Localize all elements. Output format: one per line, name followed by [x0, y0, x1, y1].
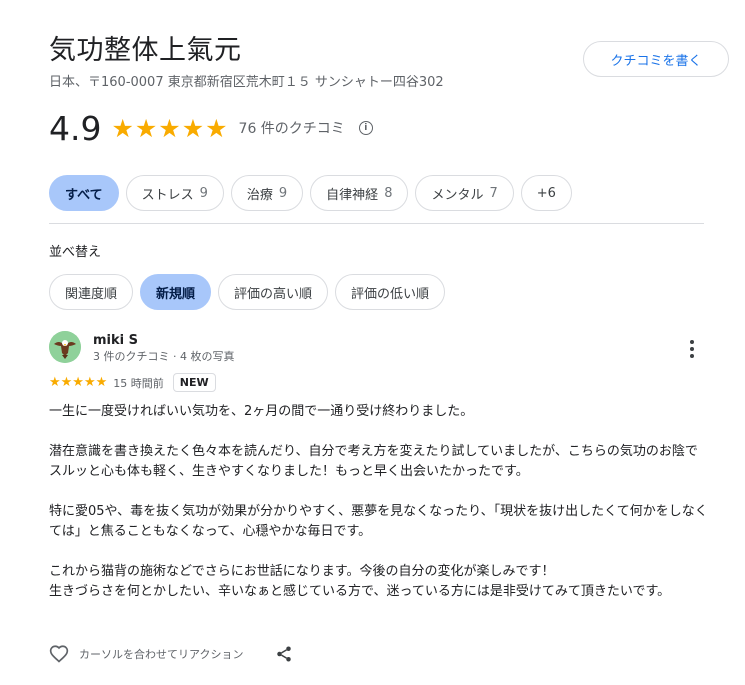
topic-chip-more[interactable]: +6 — [520, 175, 572, 211]
review-paragraph: 特に愛05や、毒を抜く気功が効果が分かりやすく、悪夢を見なくなったり、「現状を抜… — [49, 504, 708, 539]
topic-chip-mental[interactable]: メンタル 7 — [415, 175, 514, 211]
rating-value: 4.9 — [49, 108, 102, 148]
review-author[interactable]: miki S — [93, 333, 138, 348]
topic-chip-autonomic-nerves[interactable]: 自律神経 8 — [310, 175, 409, 211]
review-paragraph: 一生に一度受ければいい気功を、2ヶ月の間で一通り受け終わりました。 — [49, 404, 474, 419]
review-time: 15 時間前 — [113, 376, 164, 390]
topic-chip-all[interactable]: すべて — [49, 175, 119, 211]
eagle-avatar-icon — [49, 331, 81, 363]
sort-label: 並べ替え — [49, 245, 102, 260]
topic-filter-chips: すべて ストレス 9 治療 9 自律神経 8 メンタル 7 +6 — [49, 175, 572, 211]
heart-icon[interactable] — [49, 644, 69, 664]
info-icon[interactable]: i — [358, 121, 373, 135]
new-badge: NEW — [172, 373, 216, 392]
rating-summary: 4.9 ★★★★★ 76 件のクチコミ i — [49, 108, 373, 148]
sort-relevance-button[interactable]: 関連度順 — [49, 274, 134, 310]
avatar[interactable] — [49, 331, 81, 363]
review-count: 76 件のクチコミ — [238, 121, 345, 137]
divider — [49, 223, 704, 224]
review-text: 一生に一度受ければいい気功を、2ヶ月の間で一通り受け終わりました。 潜在意識を書… — [49, 402, 709, 622]
share-icon[interactable] — [275, 645, 293, 663]
reaction-label[interactable]: カーソルを合わせてリアクション — [79, 646, 243, 662]
topic-count: 8 — [384, 185, 393, 201]
write-review-button[interactable]: クチコミを書く — [583, 41, 729, 77]
more-options-icon[interactable] — [682, 339, 702, 359]
sort-highest-button[interactable]: 評価の高い順 — [218, 274, 329, 310]
sort-lowest-button[interactable]: 評価の低い順 — [335, 274, 446, 310]
review-paragraph: これから猫背の施術などでさらにお世話になります。今後の自分の変化が楽しみです！ … — [49, 564, 671, 599]
review-actions: カーソルを合わせてリアクション — [49, 644, 293, 664]
topic-count: 9 — [278, 185, 288, 201]
sort-options: 関連度順 新規順 評価の高い順 評価の低い順 — [49, 274, 446, 310]
rating-stars: ★★★★★ — [111, 113, 229, 143]
review-paragraph: 潜在意識を書き換えたく色々本を読んだり、自分で考え方を変えたり試していましたが、… — [49, 444, 698, 479]
topic-count: 7 — [489, 185, 498, 201]
review-stars: ★★★★★ — [49, 375, 108, 390]
topic-count: 9 — [199, 185, 208, 201]
topic-chip-stress[interactable]: ストレス 9 — [125, 175, 224, 211]
topic-chip-treatment[interactable]: 治療 9 — [230, 175, 304, 211]
review-author-meta: 3 件のクチコミ · 4 枚の写真 — [93, 350, 235, 363]
sort-newest-button[interactable]: 新規順 — [140, 274, 212, 310]
review-meta: ★★★★★ 15 時間前 NEW — [49, 373, 216, 392]
